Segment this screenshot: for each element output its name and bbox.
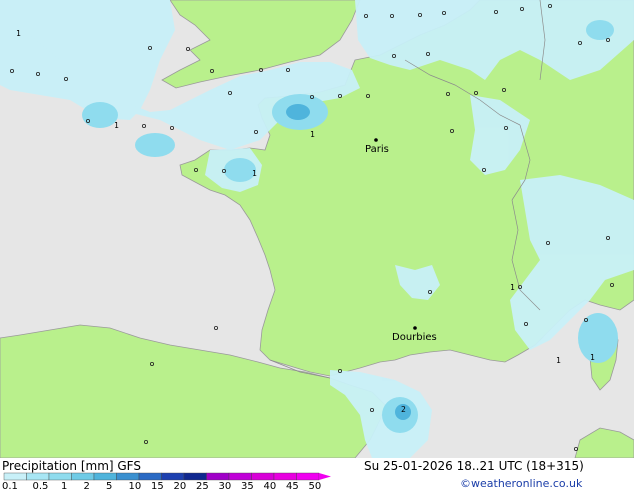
scale-tick-label: 20 — [174, 481, 187, 490]
scale-tick-label: 35 — [241, 481, 254, 490]
scale-swatch — [138, 472, 162, 481]
color-scale — [3, 472, 331, 481]
scale-swatch — [228, 472, 252, 481]
scale-tick-label: 45 — [286, 481, 299, 490]
scale-arrow — [319, 473, 331, 480]
scale-swatch — [26, 472, 50, 481]
scale-ticks: 0.1 0.5 1 2 5 10 15 20 25 30 35 40 45 50 — [2, 481, 321, 490]
scale-swatch — [206, 472, 230, 481]
scale-tick-label: 1 — [61, 481, 67, 490]
scale-swatch — [273, 472, 297, 481]
scale-tick-label: 50 — [309, 481, 322, 490]
scale-swatch — [93, 472, 117, 481]
point-value: 2 — [401, 405, 406, 414]
point-value: 1 — [252, 169, 257, 178]
scale-swatch — [71, 472, 95, 481]
point-value: 1 — [556, 356, 561, 365]
map-title: Precipitation [mm] GFS — [2, 459, 141, 473]
scale-tick-label: 40 — [264, 481, 277, 490]
scale-tick-label: 2 — [84, 481, 90, 490]
city-label: Dourbies — [392, 332, 437, 343]
scale-tick-label: 30 — [219, 481, 232, 490]
scale-tick-label: 10 — [129, 481, 142, 490]
city-label: Paris — [365, 144, 389, 155]
scale-swatch — [296, 472, 320, 481]
point-value: 1 — [590, 353, 595, 362]
point-value: 1 — [310, 130, 315, 139]
scale-tick-label: 0.1 — [2, 481, 18, 490]
scale-swatch — [116, 472, 140, 481]
scale-swatch — [251, 472, 275, 481]
point-value: 1 — [510, 283, 515, 292]
scale-tick-label: 25 — [196, 481, 209, 490]
scale-tick-label: 15 — [151, 481, 164, 490]
scale-swatch — [3, 472, 27, 481]
scale-tick-label: 5 — [106, 481, 112, 490]
precipitation-map: 1 1 1 1 1 1 1 2 Paris Dourbies — [0, 0, 634, 458]
point-value: 1 — [114, 121, 119, 130]
scale-swatch — [183, 472, 207, 481]
map-datetime: Su 25-01-2026 18..21 UTC (18+315) — [364, 459, 584, 473]
point-value: 1 — [16, 29, 21, 38]
scale-swatch — [161, 472, 185, 481]
legend-bar: Precipitation [mm] GFS Su 25-01-2026 18.… — [0, 458, 634, 490]
credit-text: ©weatheronline.co.uk — [460, 477, 583, 490]
scale-swatch — [48, 472, 72, 481]
scale-tick-label: 0.5 — [33, 481, 49, 490]
